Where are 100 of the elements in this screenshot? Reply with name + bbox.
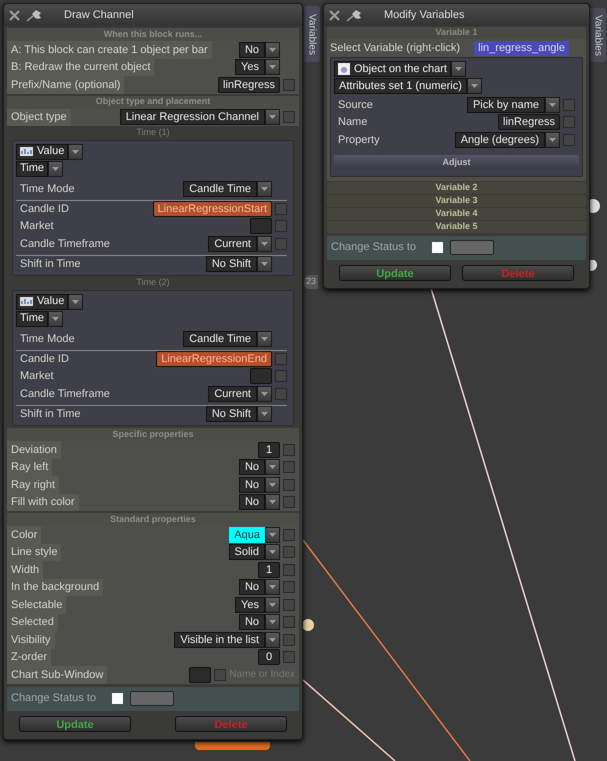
dropdown-arrow-button[interactable] xyxy=(450,61,466,77)
dropdown-field[interactable]: Yes xyxy=(235,59,265,76)
input-field[interactable]: 1 xyxy=(258,442,280,458)
dropdown-field[interactable]: No Shift xyxy=(206,256,257,272)
status-field[interactable] xyxy=(450,240,494,255)
dropdown-arrow-button[interactable] xyxy=(68,294,84,310)
dropdown-field[interactable]: No xyxy=(238,614,265,630)
dropdown-arrow-button[interactable] xyxy=(265,494,280,510)
type-dropdown[interactable]: Time xyxy=(16,160,48,176)
checkbox[interactable] xyxy=(283,78,295,91)
type-dropdown[interactable]: Time xyxy=(16,310,48,326)
dropdown-field[interactable]: Linear Regression Channel xyxy=(120,109,265,126)
dropdown-field[interactable]: Candle Time xyxy=(183,181,257,198)
dropdown-field[interactable]: Current xyxy=(208,386,257,402)
variable-header[interactable]: Variable 5 xyxy=(327,220,586,232)
dropdown-arrow-button[interactable] xyxy=(466,78,482,94)
close-icon[interactable] xyxy=(329,10,340,20)
source-dropdown[interactable]: Value xyxy=(16,294,68,310)
dropdown-arrow-button[interactable] xyxy=(265,526,280,543)
dropdown-arrow-button[interactable] xyxy=(545,96,560,113)
dropdown-field[interactable]: Candle Time xyxy=(183,331,257,348)
checkbox[interactable] xyxy=(283,546,295,558)
dropdown-field[interactable]: No xyxy=(238,459,265,476)
checkbox[interactable] xyxy=(563,116,575,128)
dropdown-arrow-button[interactable] xyxy=(265,476,280,493)
dropdown-field[interactable]: No xyxy=(238,476,265,493)
dropdown-arrow-button[interactable] xyxy=(257,236,272,252)
source-dropdown[interactable]: Object on the chart xyxy=(334,61,451,77)
dropdown-field[interactable]: Visible in the list xyxy=(174,632,265,648)
dropdown-arrow-button[interactable] xyxy=(265,42,280,58)
checkbox[interactable] xyxy=(275,220,287,232)
checkbox[interactable] xyxy=(283,634,295,646)
dropdown-arrow-button[interactable] xyxy=(257,386,272,402)
dropdown-arrow-button[interactable] xyxy=(545,132,560,148)
checkbox[interactable] xyxy=(283,651,295,664)
input-field[interactable] xyxy=(189,666,212,683)
checkbox[interactable] xyxy=(275,388,287,400)
variable-header[interactable]: Variable 2 xyxy=(327,182,586,194)
checkbox[interactable] xyxy=(283,564,295,576)
dropdown-arrow-button[interactable] xyxy=(48,310,64,326)
input-field[interactable]: linRegress xyxy=(498,114,560,130)
dropdown-field[interactable]: No xyxy=(238,494,265,510)
pin-icon[interactable] xyxy=(26,8,44,22)
input-field[interactable]: 0 xyxy=(258,649,280,666)
checkbox[interactable] xyxy=(283,444,295,456)
checkbox[interactable] xyxy=(283,496,295,508)
checkbox[interactable] xyxy=(283,111,295,124)
variable-header[interactable]: Variable 3 xyxy=(327,194,586,206)
dropdown-field[interactable]: No xyxy=(238,42,265,58)
close-icon[interactable] xyxy=(9,10,20,20)
checkbox[interactable] xyxy=(563,134,575,146)
status-field[interactable] xyxy=(130,691,174,706)
attributes-dropdown[interactable]: Attributes set 1 (numeric) xyxy=(334,78,467,94)
checkbox[interactable] xyxy=(283,581,295,594)
checkbox[interactable] xyxy=(275,203,287,216)
dropdown-arrow-button[interactable] xyxy=(257,331,272,348)
update-button[interactable]: Update xyxy=(339,264,451,280)
dropdown-field[interactable]: Yes xyxy=(235,596,265,613)
dropdown-field[interactable]: Pick by name xyxy=(466,96,545,113)
pin-icon[interactable] xyxy=(346,8,364,22)
checkbox[interactable] xyxy=(283,598,295,611)
color-field[interactable]: Aqua xyxy=(229,526,265,543)
adjust-button[interactable]: Adjust xyxy=(334,155,579,170)
input-field[interactable] xyxy=(250,368,272,384)
input-field[interactable]: 1 xyxy=(258,562,280,578)
side-tab[interactable]: Variables xyxy=(590,8,606,62)
status-checkbox[interactable] xyxy=(432,242,444,253)
dropdown-field[interactable]: Angle (degrees) xyxy=(454,132,545,148)
update-button[interactable]: Update xyxy=(19,716,131,732)
checkbox[interactable] xyxy=(214,668,226,681)
dropdown-arrow-button[interactable] xyxy=(68,144,84,160)
dropdown-arrow-button[interactable] xyxy=(257,406,272,422)
dropdown-arrow-button[interactable] xyxy=(265,544,280,560)
checkbox[interactable] xyxy=(283,616,295,628)
dropdown-arrow-button[interactable] xyxy=(48,160,64,176)
dropdown-field[interactable]: Solid xyxy=(228,544,265,560)
dropdown-field[interactable]: No Shift xyxy=(206,406,257,422)
checkbox[interactable] xyxy=(283,528,295,541)
side-tab[interactable]: Variables xyxy=(304,6,320,62)
checkbox[interactable] xyxy=(275,238,287,250)
dropdown-arrow-button[interactable] xyxy=(265,59,280,76)
dropdown-arrow-button[interactable] xyxy=(257,181,272,198)
dropdown-arrow-button[interactable] xyxy=(265,596,280,613)
input-field[interactable]: linRegress xyxy=(218,76,280,93)
dropdown-arrow-button[interactable] xyxy=(257,256,272,272)
checkbox[interactable] xyxy=(283,478,295,491)
dropdown-arrow-button[interactable] xyxy=(265,579,280,596)
input-field[interactable] xyxy=(250,218,272,234)
status-checkbox[interactable] xyxy=(112,693,124,704)
variable-header[interactable]: Variable 4 xyxy=(327,208,586,220)
checkbox[interactable] xyxy=(275,353,287,366)
variable-field[interactable]: lin_regress_angle xyxy=(474,40,569,56)
dropdown-arrow-button[interactable] xyxy=(265,109,280,126)
checkbox[interactable] xyxy=(563,98,575,111)
dropdown-field[interactable]: Current xyxy=(208,236,257,252)
dropdown-arrow-button[interactable] xyxy=(265,614,280,630)
source-dropdown[interactable]: Value xyxy=(16,144,68,160)
dropdown-arrow-button[interactable] xyxy=(265,632,280,648)
dropdown-arrow-button[interactable] xyxy=(265,459,280,476)
dropdown-field[interactable]: No xyxy=(238,579,265,596)
